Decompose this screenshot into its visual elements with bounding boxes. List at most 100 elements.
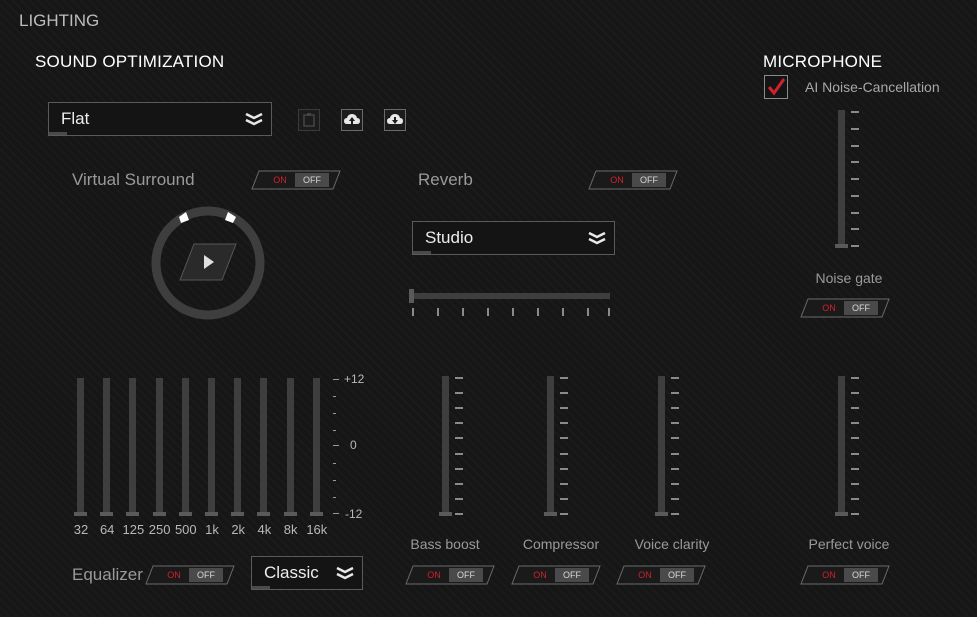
slider-tick [560,407,568,410]
eq-band-label: 250 [148,522,171,537]
checkmark-icon [767,78,786,96]
eq-band-slider[interactable] [103,378,111,512]
slider-tick [560,422,568,425]
reverb-label: Reverb [418,170,473,189]
voice-clarity-slider[interactable] [658,376,665,512]
reverb-slider-track[interactable] [410,293,610,299]
ai-noise-cancellation-checkbox[interactable] [764,75,788,99]
eq-band-thumb[interactable] [100,512,114,516]
chevron-down-icon [245,112,263,126]
eq-band-slider[interactable] [260,378,268,512]
slider-tick [671,482,679,485]
bass-boost-thumb[interactable] [439,512,452,516]
compressor-toggle[interactable]: ON OFF [511,565,601,585]
eq-band-thumb[interactable] [126,512,140,516]
bass-boost-slider[interactable] [442,376,449,512]
eq-band-slider[interactable] [234,378,242,512]
slider-tick [851,513,859,515]
lighting-tab[interactable]: LIGHTING [19,11,99,31]
eq-band-slider[interactable] [286,378,294,512]
cloud-upload-button[interactable] [341,109,363,131]
sound-preset-dropdown[interactable]: Flat [48,102,272,136]
noise-gate-label: Noise gate [815,270,883,286]
slider-tick [671,377,679,379]
eq-band-label: 32 [73,522,89,537]
eq-band-label: 64 [99,522,115,537]
compressor-thumb[interactable] [544,512,557,516]
equalizer-preset-dropdown[interactable]: Classic [251,556,363,590]
virtual-surround-dial[interactable] [148,203,268,323]
eq-band-slider[interactable] [129,378,137,512]
eq-band-label: 125 [122,522,145,537]
slider-tick [455,422,463,425]
eq-band-label: 4k [257,522,272,537]
voice-clarity-toggle[interactable]: ON OFF [616,565,706,585]
slider-tick [851,245,859,247]
eq-band-label: 500 [174,522,197,537]
voice-clarity-label: Voice clarity [634,536,710,552]
slider-tick [455,437,463,440]
cloud-download-button[interactable] [384,109,406,131]
eq-band-label: 16k [306,522,328,537]
eq-band-thumb[interactable] [283,512,297,516]
ai-noise-cancellation-label: AI Noise-Cancellation [805,79,940,95]
slider-tick [851,392,859,395]
eq-band-slider[interactable] [208,378,215,512]
noise-gate-thumb[interactable] [835,244,848,248]
eq-band-thumb[interactable] [205,512,218,516]
clipboard-icon [303,113,315,127]
perfect-voice-thumb[interactable] [835,512,848,516]
eq-band-slider[interactable] [312,378,320,512]
eq-band-thumb[interactable] [309,512,323,516]
eq-band-slider[interactable] [155,378,163,512]
slider-tick [851,482,859,485]
slider-tick [851,497,859,500]
slider-tick [560,377,568,379]
scale-tick [333,480,336,481]
bass-boost-toggle[interactable]: ON OFF [405,565,495,585]
virtual-surround-toggle[interactable]: ON OFF [251,170,341,190]
slider-tick [560,437,568,440]
scale-tick [333,463,336,464]
scale-tick [333,413,336,414]
toggle-off-label: OFF [295,173,329,187]
reverb-preset-value: Studio [425,228,474,247]
eq-band-label: 1k [205,522,219,537]
perfect-voice-slider[interactable] [838,376,845,512]
noise-gate-toggle[interactable]: ON OFF [800,298,890,318]
slider-tick [671,497,679,500]
slider-tick [851,127,859,130]
eq-band-thumb[interactable] [257,512,271,516]
cloud-upload-icon [344,114,360,124]
eq-band-slider[interactable] [181,378,189,512]
toggle-off-label: OFF [844,301,878,315]
slider-tick [560,467,568,470]
reverb-slider-thumb[interactable] [409,289,414,303]
equalizer-toggle[interactable]: ON OFF [145,565,235,585]
eq-band-label: 8k [283,522,298,537]
eq-scale-mid: 0 [350,438,357,452]
slider-tick [455,377,463,379]
reverb-toggle[interactable]: ON OFF [588,170,678,190]
slider-tick [560,482,568,485]
slider-tick [560,452,568,455]
eq-band-slider[interactable] [77,378,84,512]
eq-band-thumb[interactable] [74,512,87,516]
chevron-down-icon [336,566,354,580]
slider-tick [671,452,679,455]
toggle-off-label: OFF [555,568,589,582]
clipboard-button[interactable] [298,109,320,131]
eq-band-thumb[interactable] [178,512,192,516]
noise-gate-slider[interactable] [838,110,845,244]
slider-tick [455,482,463,485]
slider-tick [851,467,859,470]
perfect-voice-toggle[interactable]: ON OFF [800,565,890,585]
compressor-slider[interactable] [547,376,554,512]
bass-boost-label: Bass boost [410,536,480,552]
slider-tick [851,377,859,379]
slider-tick [851,437,859,440]
voice-clarity-thumb[interactable] [655,512,668,516]
eq-band-thumb[interactable] [231,512,245,516]
eq-band-thumb[interactable] [152,512,166,516]
reverb-preset-dropdown[interactable]: Studio [412,221,615,255]
